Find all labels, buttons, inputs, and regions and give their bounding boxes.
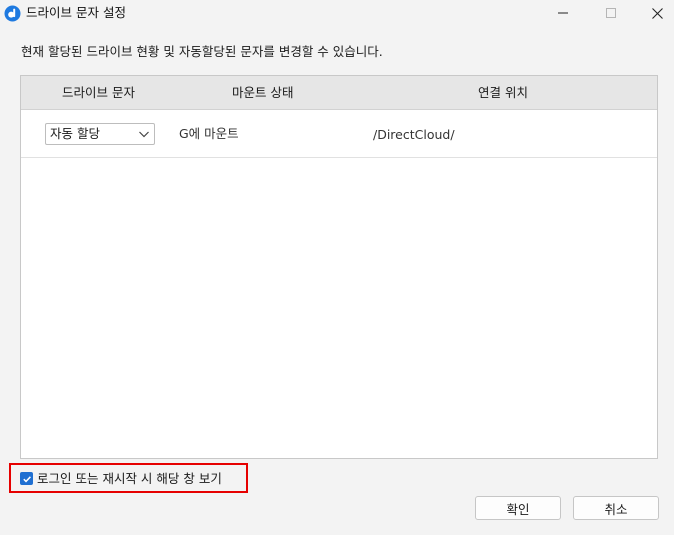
column-header-location: 연결 위치	[478, 85, 528, 100]
checkmark-icon	[22, 475, 31, 482]
table-header: 드라이브 문자 마운트 상태 연결 위치	[21, 76, 657, 110]
window-title: 드라이브 문자 설정	[26, 5, 126, 20]
location-cell: /DirectCloud/	[373, 127, 455, 142]
ok-button[interactable]: 확인	[475, 496, 561, 520]
table-row: 자동 할당 G에 마운트 /DirectCloud/	[21, 110, 657, 158]
description-text: 현재 할당된 드라이브 현황 및 자동할당된 문자를 변경할 수 있습니다.	[21, 44, 383, 59]
column-header-mount-status: 마운트 상태	[232, 85, 294, 100]
column-header-drive-letter: 드라이브 문자	[62, 85, 135, 100]
mount-status-cell: G에 마운트	[179, 126, 239, 141]
directcloud-icon	[4, 5, 21, 22]
maximize-button[interactable]	[588, 0, 634, 26]
drive-table: 드라이브 문자 마운트 상태 연결 위치 자동 할당 G에 마운트 /Direc…	[20, 75, 658, 459]
show-on-login-checkbox[interactable]	[20, 472, 33, 485]
title-bar: 드라이브 문자 설정	[0, 0, 674, 26]
cancel-button[interactable]: 취소	[573, 496, 659, 520]
minimize-icon	[558, 12, 568, 14]
maximize-icon	[606, 8, 616, 18]
close-button[interactable]	[634, 0, 674, 26]
close-icon	[651, 7, 663, 19]
drive-letter-select[interactable]: 자동 할당	[45, 123, 155, 145]
chevron-down-icon	[139, 131, 149, 138]
show-on-login-label: 로그인 또는 재시작 시 해당 창 보기	[37, 471, 222, 486]
drive-letter-settings-window: 드라이브 문자 설정 현재 할당된 드라이브 현황 및 자동할당된 문자를 변경…	[0, 0, 674, 535]
minimize-button[interactable]	[540, 0, 586, 26]
show-on-login-option[interactable]: 로그인 또는 재시작 시 해당 창 보기	[20, 470, 222, 487]
drive-letter-select-value: 자동 할당	[50, 126, 100, 141]
